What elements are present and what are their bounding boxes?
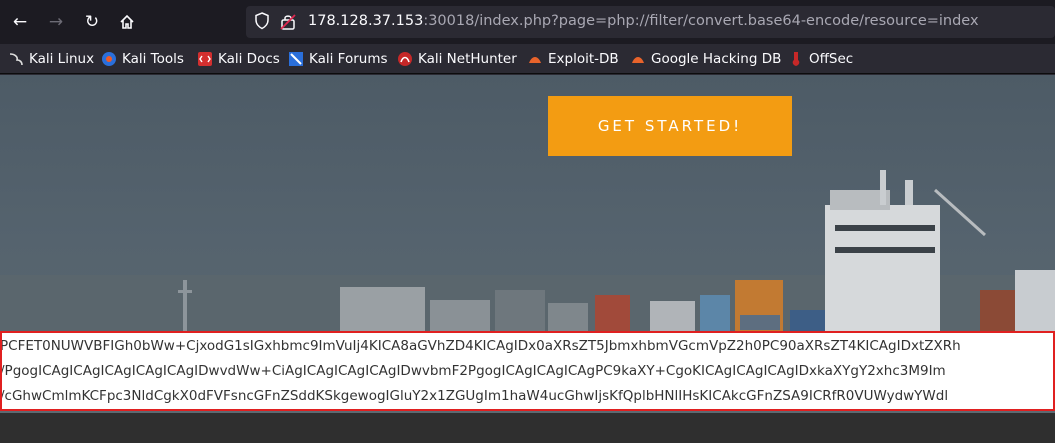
kali-icon (8, 51, 24, 67)
reload-icon[interactable]: ↻ (78, 8, 106, 36)
url-host: 178.128.37.153 (308, 13, 424, 29)
bookmark-label: Kali NetHunter (418, 51, 517, 67)
bookmark-kali-tools[interactable]: Kali Tools (101, 49, 184, 69)
bookmark-label: Kali Docs (218, 51, 280, 67)
url-text[interactable]: 178.128.37.153:30018/index.php?page=php:… (308, 13, 979, 29)
bookmark-kali-nethunter[interactable]: Kali NetHunter (397, 49, 517, 69)
bookmark-label: Exploit-DB (548, 51, 619, 67)
kali-tools-icon (101, 51, 117, 67)
bookmark-label: Google Hacking DB (651, 51, 782, 67)
tracking-shield-icon[interactable] (254, 12, 272, 32)
url-path: :30018/index.php?page=php://filter/conve… (423, 13, 979, 29)
bookmark-exploit-db[interactable]: Exploit-DB (527, 49, 619, 69)
bookmark-label: Kali Linux (29, 51, 95, 67)
bookmark-label: Kali Tools (122, 51, 184, 67)
get-started-button[interactable]: GET STARTED! (548, 96, 792, 156)
base64-output-line: /PgogICAgICAgICAgICAgICAgIDwvdWw+CiAgICA… (0, 363, 946, 379)
home-icon[interactable] (113, 8, 141, 36)
bookmark-kali-linux[interactable]: Kali Linux (8, 49, 94, 69)
browser-toolbar: ← → ↻ 178.128.37.153:30018/index.php?pag… (0, 0, 1055, 44)
bookmark-label: OffSec (809, 51, 854, 67)
ghdb-icon (630, 51, 646, 67)
base64-output-line: PCFET0NUWVBFIGh0bWw+CjxodG1sIGxhbmc9ImVu… (0, 338, 961, 354)
included-file-output: PCFET0NUWVBFIGh0bWw+CjxodG1sIGxhbmc9ImVu… (0, 331, 1055, 411)
kali-docs-icon (197, 51, 213, 67)
page-footer-strip (0, 413, 1055, 443)
bookmark-google-hacking-db[interactable]: Google Hacking DB (630, 49, 781, 69)
back-icon[interactable]: ← (6, 8, 34, 36)
exploit-db-icon (527, 51, 543, 67)
bookmark-kali-forums[interactable]: Kali Forums (288, 49, 388, 69)
forward-icon[interactable]: → (42, 8, 70, 36)
offsec-icon (788, 51, 804, 67)
bookmark-kali-docs[interactable]: Kali Docs (197, 49, 280, 69)
insecure-lock-icon[interactable] (280, 13, 298, 31)
bookmark-label: Kali Forums (309, 51, 388, 67)
bookmark-offsec[interactable]: OffSec (788, 49, 853, 69)
url-bar[interactable]: 178.128.37.153:30018/index.php?page=php:… (246, 6, 1055, 38)
base64-output-line: /cGhwCmlmKCFpc3NldCgkX0dFVFsncGFnZSddKSk… (0, 388, 949, 404)
bookmarks-bar: Kali Linux Kali Tools Kali Docs Kali For… (0, 44, 1055, 74)
kali-forums-icon (288, 51, 304, 67)
nethunter-icon (397, 51, 413, 67)
